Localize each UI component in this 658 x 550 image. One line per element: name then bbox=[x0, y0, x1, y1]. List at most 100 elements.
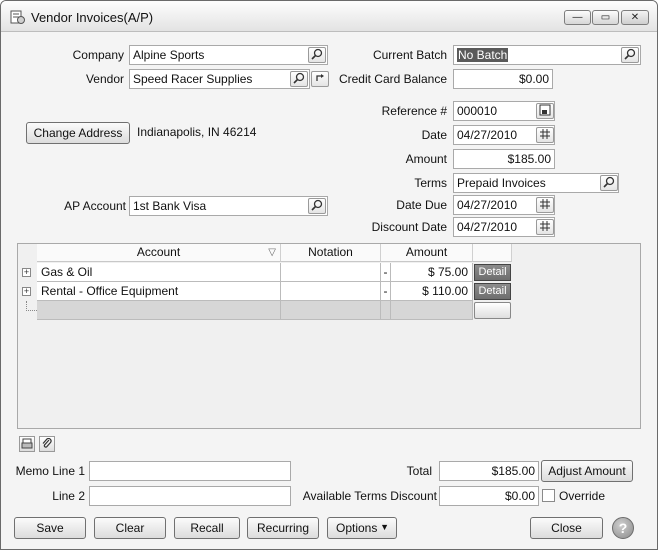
calendar-icon bbox=[539, 198, 551, 213]
document-icon bbox=[539, 104, 551, 119]
reference-button[interactable] bbox=[536, 103, 554, 119]
amount-value: $185.00 bbox=[507, 152, 551, 166]
title-bar: Vendor Invoices(A/P) — ▭ ✕ bbox=[1, 1, 657, 32]
magnifier-icon bbox=[603, 176, 615, 191]
current-batch-label: Current Batch bbox=[372, 48, 447, 62]
grid-toolstrip bbox=[17, 431, 641, 457]
column-header-detail bbox=[473, 244, 512, 262]
table-row-notation[interactable] bbox=[281, 282, 381, 301]
date-due-label: Date Due bbox=[396, 198, 447, 212]
save-button[interactable]: Save bbox=[14, 517, 86, 539]
new-row-account[interactable] bbox=[37, 301, 281, 320]
total-field: $185.00 bbox=[439, 461, 539, 481]
minimize-button[interactable]: — bbox=[564, 10, 591, 25]
change-address-button[interactable]: Change Address bbox=[26, 122, 130, 144]
date-calendar-button[interactable] bbox=[536, 127, 554, 143]
column-header-notation[interactable]: Notation bbox=[281, 244, 381, 262]
magnifier-icon bbox=[311, 199, 323, 214]
terms-field[interactable]: Prepaid Invoices bbox=[453, 173, 619, 193]
vendor-lookup-button[interactable] bbox=[290, 71, 308, 87]
memo-line1-label: Memo Line 1 bbox=[15, 464, 85, 478]
amount-field[interactable]: $185.00 bbox=[453, 149, 555, 169]
new-row-amount[interactable] bbox=[391, 301, 473, 320]
vendor-goto-button[interactable] bbox=[311, 71, 329, 87]
options-button[interactable]: Options ▼ bbox=[327, 517, 397, 539]
batch-lookup-button[interactable] bbox=[621, 47, 639, 63]
company-value: Alpine Sports bbox=[133, 48, 205, 62]
row-detail-button[interactable]: Detail bbox=[474, 283, 511, 300]
reference-label: Reference # bbox=[381, 104, 447, 118]
available-terms-discount-field: $0.00 bbox=[439, 486, 539, 506]
magnifier-icon bbox=[624, 48, 636, 63]
date-value: 04/27/2010 bbox=[457, 128, 518, 142]
override-label: Override bbox=[559, 489, 606, 503]
terms-lookup-button[interactable] bbox=[600, 175, 618, 191]
row-detail-button[interactable]: Detail bbox=[474, 264, 511, 281]
memo-line1-input[interactable] bbox=[89, 461, 291, 481]
close-button[interactable]: Close bbox=[530, 517, 603, 539]
available-terms-discount-label: Available Terms Discount bbox=[302, 489, 437, 503]
discount-date-value: 04/27/2010 bbox=[457, 220, 518, 234]
table-row-notation[interactable] bbox=[281, 263, 381, 282]
distribution-grid: Account ▽ Notation Amount + Gas & Oil - … bbox=[17, 243, 641, 429]
adjust-amount-button[interactable]: Adjust Amount bbox=[541, 460, 633, 482]
column-header-account[interactable]: Account ▽ bbox=[37, 244, 281, 262]
ap-account-field[interactable]: 1st Bank Visa bbox=[129, 196, 328, 216]
company-lookup-button[interactable] bbox=[308, 47, 326, 63]
credit-card-balance-field: $0.00 bbox=[453, 69, 553, 89]
override-checkbox[interactable] bbox=[542, 489, 555, 502]
date-label: Date bbox=[421, 128, 447, 142]
table-row-account[interactable]: Gas & Oil bbox=[37, 263, 281, 282]
sort-icon: ▽ bbox=[268, 247, 276, 258]
ap-account-value: 1st Bank Visa bbox=[133, 199, 207, 213]
table-row-amount[interactable]: $ 75.00 bbox=[391, 263, 473, 282]
current-batch-value: No Batch bbox=[457, 48, 509, 62]
arrow-goto-icon bbox=[315, 72, 325, 86]
new-row-notation[interactable] bbox=[281, 301, 381, 320]
available-terms-discount-value: $0.00 bbox=[504, 489, 535, 503]
vendor-field[interactable]: Speed Racer Supplies bbox=[129, 69, 310, 89]
chevron-down-icon: ▼ bbox=[380, 522, 389, 532]
print-icon[interactable] bbox=[19, 436, 35, 452]
table-row-sign: - bbox=[381, 282, 391, 301]
ap-account-lookup-button[interactable] bbox=[308, 198, 326, 214]
vendor-value: Speed Racer Supplies bbox=[133, 72, 253, 86]
column-header-account-label: Account bbox=[136, 245, 181, 259]
table-row-amount[interactable]: $ 110.00 bbox=[391, 282, 473, 301]
attachment-icon[interactable] bbox=[39, 436, 55, 452]
calendar-icon bbox=[539, 220, 551, 235]
total-value: $185.00 bbox=[491, 464, 535, 478]
window-title: Vendor Invoices(A/P) bbox=[31, 10, 154, 25]
discount-date-calendar-button[interactable] bbox=[536, 219, 554, 235]
recall-button[interactable]: Recall bbox=[174, 517, 240, 539]
new-row-detail-button[interactable] bbox=[474, 302, 511, 319]
line2-input[interactable] bbox=[89, 486, 291, 506]
company-field[interactable]: Alpine Sports bbox=[129, 45, 328, 65]
ap-account-label: AP Account bbox=[64, 199, 126, 213]
row-expander-icon[interactable]: + bbox=[22, 268, 31, 277]
row-expander-icon[interactable]: + bbox=[22, 287, 31, 296]
company-label: Company bbox=[72, 48, 124, 62]
date-due-value: 04/27/2010 bbox=[457, 198, 518, 212]
discount-date-label: Discount Date bbox=[371, 220, 447, 234]
date-due-calendar-button[interactable] bbox=[536, 197, 554, 213]
magnifier-icon bbox=[293, 72, 305, 87]
reference-value: 000010 bbox=[457, 104, 498, 118]
clear-button[interactable]: Clear bbox=[94, 517, 166, 539]
help-icon[interactable]: ? bbox=[612, 517, 634, 539]
maximize-button[interactable]: ▭ bbox=[592, 10, 619, 25]
table-row-account[interactable]: Rental - Office Equipment bbox=[37, 282, 281, 301]
total-label: Total bbox=[406, 464, 432, 478]
recurring-button[interactable]: Recurring bbox=[247, 517, 319, 539]
terms-value: Prepaid Invoices bbox=[457, 176, 546, 190]
vendor-address: Indianapolis, IN 46214 bbox=[137, 125, 257, 139]
current-batch-field[interactable]: No Batch bbox=[453, 45, 641, 65]
close-window-button[interactable]: ✕ bbox=[621, 10, 649, 25]
column-header-amount[interactable]: Amount bbox=[381, 244, 473, 262]
vendor-invoices-window: Vendor Invoices(A/P) — ▭ ✕ Company Alpin… bbox=[0, 0, 658, 550]
credit-card-balance-label: Credit Card Balance bbox=[338, 72, 447, 86]
calendar-icon bbox=[539, 128, 551, 143]
options-label: Options bbox=[336, 521, 378, 535]
terms-label: Terms bbox=[414, 176, 447, 190]
magnifier-icon bbox=[311, 48, 323, 63]
